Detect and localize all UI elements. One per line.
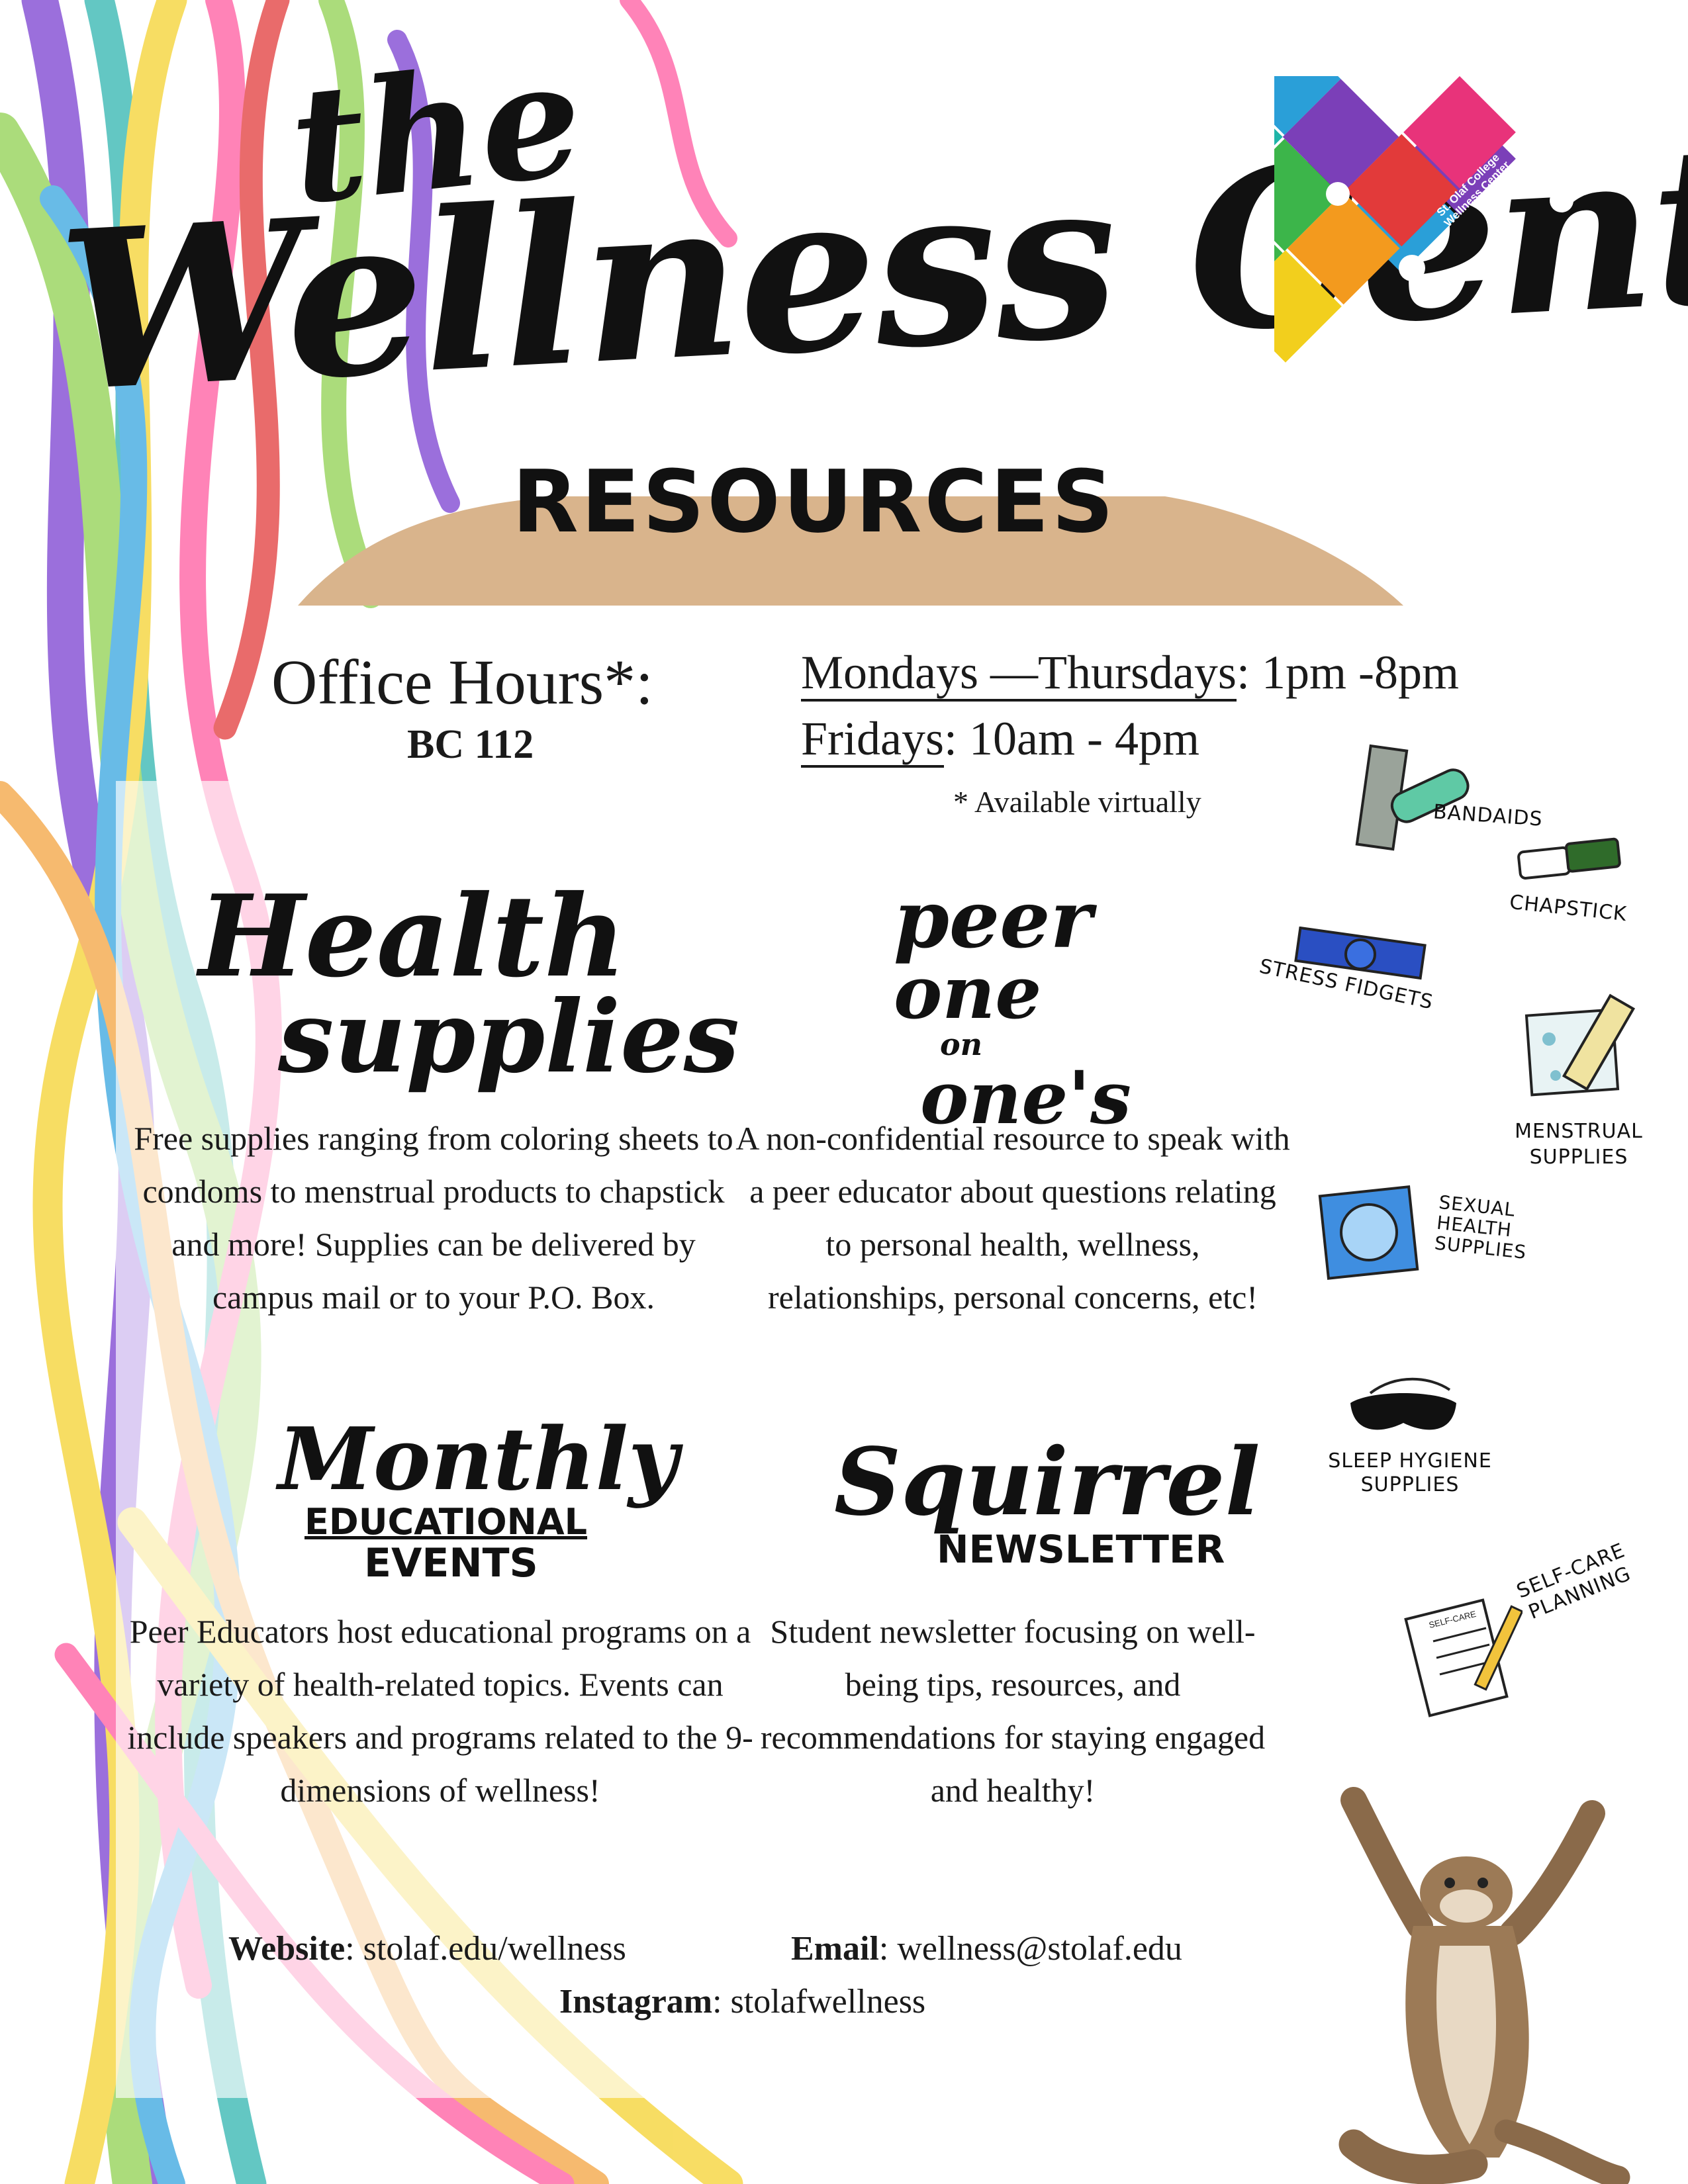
squirrel-newsletter-description: Student newsletter focusing on well-bein… xyxy=(760,1613,1266,1809)
email-label: Email xyxy=(791,1930,879,1968)
weekday-days: Mondays —Thursdays xyxy=(801,646,1237,702)
hours-weekday: Mondays —Thursdays: 1pm -8pm xyxy=(801,645,1459,702)
squirrel-illustration xyxy=(1338,1787,1630,2184)
menstrual-supplies-label: MENSTRUAL SUPPLIES xyxy=(1515,1120,1643,1169)
contact-instagram[interactable]: Instagram: stolafwellness xyxy=(559,1982,925,2021)
wellness-center-logo xyxy=(1274,76,1573,363)
monthly-heading-line1: Monthly xyxy=(278,1408,679,1510)
sleep-mask-icon xyxy=(1350,1377,1456,1430)
weekday-time: : 1pm -8pm xyxy=(1236,646,1459,699)
sexual-health-label: SEXUAL HEALTH SUPPLIES xyxy=(1433,1191,1528,1263)
monthly-events-heading: Monthly EDUCATIONAL EVENTS xyxy=(278,1408,679,1587)
menstrual-supplies-icon xyxy=(1524,993,1636,1097)
hours-note: * Available virtually xyxy=(953,785,1201,819)
monthly-events-description: Peer Educators host educational programs… xyxy=(127,1613,753,1809)
website-link[interactable]: : stolaf.edu/wellness xyxy=(345,1930,626,1968)
friday-time: : 10am - 4pm xyxy=(944,712,1199,765)
chapstick-icon xyxy=(1517,837,1621,880)
squirrel-heading-line1: Squirrel xyxy=(834,1428,1260,1537)
peer-one-on-ones-heading: peer one on one's xyxy=(894,873,1158,1134)
health-heading-line2: supplies xyxy=(278,979,740,1095)
peer-heading-line2: one xyxy=(894,950,1042,1035)
hours-friday: Fridays: 10am - 4pm xyxy=(801,711,1199,768)
title-resources: RESOURCES xyxy=(512,451,1117,552)
self-care-planner-icon: SELF-CARE xyxy=(1404,1598,1523,1717)
instagram-label: Instagram xyxy=(559,1983,713,2021)
monthly-heading-line3: EVENTS xyxy=(364,1540,538,1587)
contact-email[interactable]: Email: wellness@stolaf.edu xyxy=(791,1929,1182,1968)
squirrel-newsletter-heading: Squirrel NEWSLETTER xyxy=(834,1428,1260,1571)
health-supplies-heading: Health supplies xyxy=(199,870,740,1095)
friday-days: Fridays xyxy=(801,712,944,768)
health-supplies-description: Free supplies ranging from coloring shee… xyxy=(134,1120,733,1316)
office-room: BC 112 xyxy=(407,722,534,767)
instagram-link[interactable]: : stolafwellness xyxy=(712,1983,925,2021)
peer-one-on-ones-description: A non-confidential resource to speak wit… xyxy=(735,1120,1290,1316)
website-label: Website xyxy=(228,1930,346,1968)
health-heading-line1: Health xyxy=(199,870,626,1003)
bandaid-icon xyxy=(1355,744,1470,851)
sleep-hygiene-label: SLEEP HYGIENE SUPPLIES xyxy=(1328,1449,1492,1496)
office-hours-label: Office Hours*: xyxy=(271,647,653,717)
email-link[interactable]: : wellness@stolaf.edu xyxy=(879,1930,1182,1968)
sexual-health-icon xyxy=(1318,1185,1419,1280)
contact-website[interactable]: Website: stolaf.edu/wellness xyxy=(228,1929,626,1968)
peer-heading-line1: peer xyxy=(894,873,1092,966)
